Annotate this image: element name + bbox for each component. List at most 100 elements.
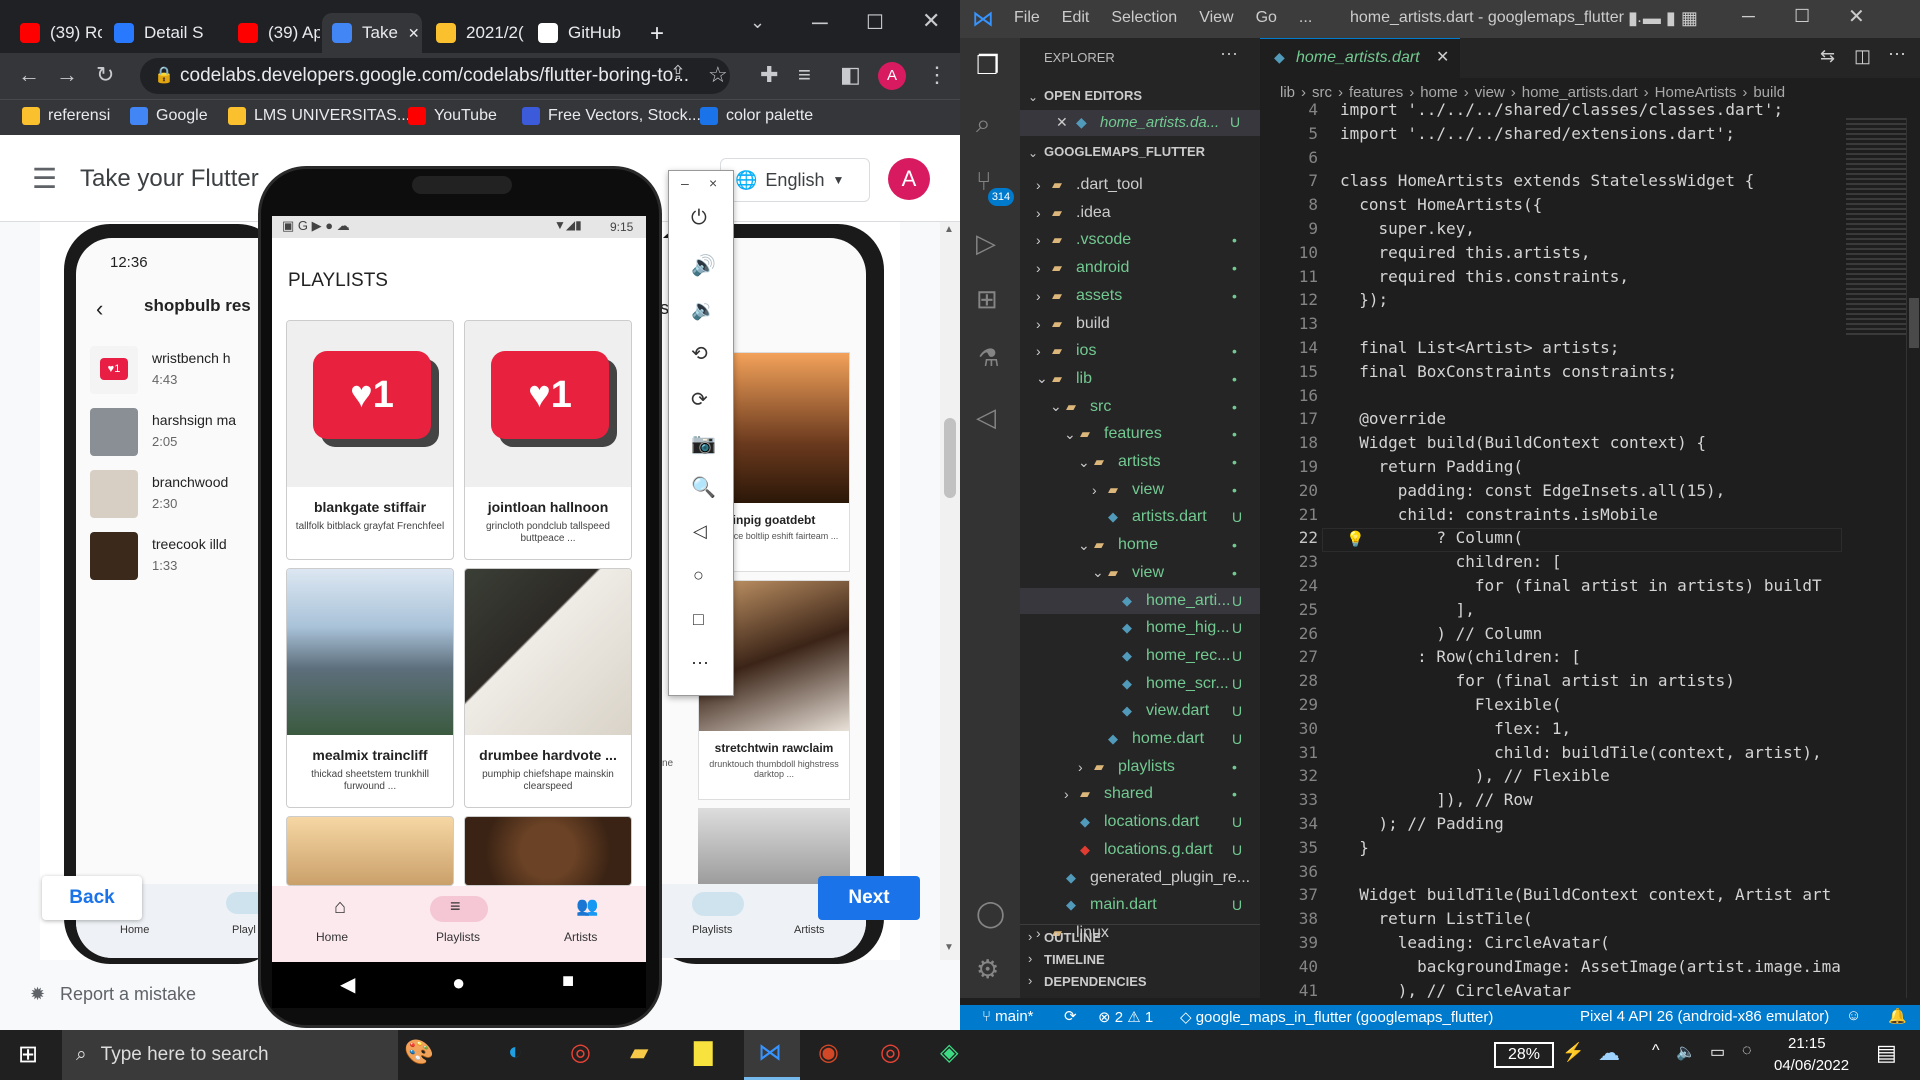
accounts-icon[interactable]: ◯: [976, 898, 1005, 929]
chevron-down-icon[interactable]: ⌄: [1028, 146, 1038, 160]
account-avatar[interactable]: A: [888, 158, 930, 200]
tree-item[interactable]: ◆ home_rec... U: [1020, 643, 1260, 669]
android-recents-icon[interactable]: ■: [562, 970, 574, 993]
tree-item[interactable]: ◆ home_hig... U: [1020, 615, 1260, 641]
close-icon[interactable]: ✕: [1056, 114, 1068, 131]
powerpoint-icon[interactable]: ◉: [818, 1038, 839, 1067]
notifications-icon[interactable]: 🔔: [1888, 1007, 1907, 1025]
playlist-tile[interactable]: ♥1 jointloan hallnoon grincloth pondclub t…: [464, 320, 632, 560]
sticky-notes-icon[interactable]: ▇: [694, 1038, 712, 1067]
tree-item[interactable]: ◆ main.dart U: [1020, 892, 1260, 918]
maximize-icon[interactable]: ☐: [866, 10, 884, 35]
tree-item[interactable]: › ▰ .dart_tool: [1020, 172, 1260, 198]
song-row[interactable]: treecook illd 1:33: [76, 532, 276, 588]
playlist-tile[interactable]: [464, 816, 632, 886]
wifi-icon[interactable]: ◌: [1742, 1042, 1752, 1060]
emu-close-icon[interactable]: ×: [709, 175, 717, 191]
playlist-tile[interactable]: ♥1 blankgate stiffair tallfolk bitblack gr…: [286, 320, 454, 560]
chrome-icon[interactable]: ◎: [570, 1038, 591, 1067]
tree-item[interactable]: ⌄ ▰ home •: [1020, 532, 1260, 558]
rotate-left-icon[interactable]: ⟲: [691, 341, 708, 366]
tree-item[interactable]: ⌄ ▰ view •: [1020, 560, 1260, 586]
extensions-icon[interactable]: ✚: [760, 62, 778, 88]
tree-item[interactable]: ◆ home_arti... U: [1020, 587, 1260, 614]
tree-item[interactable]: › ▰ build: [1020, 311, 1260, 337]
bookmark-item[interactable]: LMS UNIVERSITAS...: [228, 107, 410, 125]
menu-item[interactable]: ...: [1299, 9, 1312, 27]
maximize-icon[interactable]: ☐: [1794, 6, 1810, 27]
tree-item[interactable]: › ▰ ios •: [1020, 338, 1260, 364]
artists-icon[interactable]: 👥: [576, 896, 598, 917]
bookmark-item[interactable]: Free Vectors, Stock...: [522, 107, 701, 125]
language-select[interactable]: 🌐 English ▼: [720, 158, 870, 202]
settings-gear-icon[interactable]: ⚙: [976, 954, 999, 985]
playlist-icon[interactable]: ≡: [450, 896, 461, 917]
nav-playlists-label[interactable]: Playlists: [436, 930, 480, 944]
android-studio-icon[interactable]: ◈: [940, 1038, 958, 1067]
tree-item[interactable]: ◆ artists.dart U: [1020, 504, 1260, 530]
widget-icon[interactable]: 🎨: [404, 1038, 434, 1067]
explorer-icon[interactable]: ❐: [976, 50, 999, 81]
playlist-tile[interactable]: drumbee hardvote ... pumphip chiefshape m…: [464, 568, 632, 808]
clock-date[interactable]: 04/06/2022: [1774, 1057, 1849, 1074]
emu-back-icon[interactable]: ◁: [693, 521, 707, 542]
rotate-right-icon[interactable]: ⟳: [691, 387, 708, 412]
search-icon[interactable]: ⌕: [976, 108, 991, 140]
run-debug-icon[interactable]: ▷: [976, 228, 996, 259]
menu-item[interactable]: View: [1199, 9, 1233, 27]
tree-item[interactable]: ⌄ ▰ src •: [1020, 394, 1260, 420]
close-icon[interactable]: ✕: [1848, 4, 1865, 29]
tree-item[interactable]: ⌄ ▰ features •: [1020, 421, 1260, 447]
tree-item[interactable]: › ▰ playlists •: [1020, 754, 1260, 780]
back-button[interactable]: Back: [42, 876, 142, 920]
split-editor-icon[interactable]: ◫: [1854, 46, 1871, 67]
network-icon[interactable]: ▭: [1710, 1042, 1725, 1062]
tree-item[interactable]: ⌄ ▰ lib •: [1020, 366, 1260, 392]
minimap[interactable]: [1846, 118, 1906, 338]
zoom-icon[interactable]: 🔍: [691, 475, 716, 500]
close-tab-icon[interactable]: ✕: [1436, 47, 1449, 67]
menu-item[interactable]: Selection: [1111, 9, 1177, 27]
extensions-icon[interactable]: ⊞: [976, 284, 998, 315]
nav-artists-label[interactable]: Artists: [564, 930, 597, 944]
panel-header[interactable]: › TIMELINE: [1020, 949, 1260, 971]
panel-header[interactable]: › DEPENDENCIES: [1020, 971, 1260, 993]
branch-status[interactable]: ⑂ main*: [982, 1008, 1034, 1025]
tree-item[interactable]: ◆ view.dart U: [1020, 698, 1260, 724]
scroll-up-icon[interactable]: ▲: [944, 224, 954, 235]
page-scrollbar[interactable]: ▲ ▼: [940, 222, 960, 960]
taskbar-search[interactable]: ⌕ Type here to search: [62, 1030, 398, 1080]
song-row[interactable]: branchwood 2:30: [76, 470, 276, 526]
emu-home-icon[interactable]: ○: [693, 565, 704, 586]
edge-icon[interactable]: ◐: [508, 1038, 523, 1066]
editor-tab[interactable]: ◆ home_artists.dart ✕: [1260, 38, 1460, 78]
sync-icon[interactable]: ⟳: [1064, 1007, 1077, 1025]
playlist-tile[interactable]: [286, 816, 454, 886]
tree-item[interactable]: › ▰ view •: [1020, 477, 1260, 503]
panel-header[interactable]: › OUTLINE: [1020, 927, 1260, 949]
volume-icon[interactable]: 🔈: [1676, 1042, 1696, 1062]
editor-scrollbar[interactable]: [1906, 118, 1920, 998]
reload-icon[interactable]: ↻: [96, 62, 114, 88]
clock-time[interactable]: 21:15: [1788, 1035, 1826, 1052]
back-arrow-icon[interactable]: ←: [18, 62, 40, 88]
forward-arrow-icon[interactable]: →: [56, 62, 78, 88]
menu-item[interactable]: Edit: [1062, 9, 1090, 27]
tree-item[interactable]: ◆ home.dart U: [1020, 726, 1260, 752]
more-icon[interactable]: ⋯: [691, 653, 709, 674]
project-status[interactable]: ◇ google_maps_in_flutter (googlemaps_flu…: [1180, 1008, 1493, 1026]
home-icon[interactable]: ⌂: [334, 896, 346, 919]
open-editor-item[interactable]: ✕ ◆ home_artists.da... U: [1020, 110, 1260, 136]
tree-item[interactable]: › ▰ android •: [1020, 255, 1260, 281]
scrollbar-thumb[interactable]: [944, 418, 956, 498]
tree-item[interactable]: › ▰ .vscode •: [1020, 227, 1260, 253]
flutter-icon[interactable]: ◁: [976, 402, 996, 433]
browser-tab[interactable]: GitHub: [528, 13, 638, 53]
profile-avatar[interactable]: A: [878, 62, 906, 90]
browser-tab[interactable]: Detail S: [104, 13, 214, 53]
bookmark-item[interactable]: referensi: [22, 107, 110, 125]
tree-item[interactable]: ⌄ ▰ artists •: [1020, 449, 1260, 475]
nav-home-label[interactable]: Home: [316, 930, 348, 944]
open-editors-header[interactable]: OPEN EDITORS: [1044, 88, 1142, 103]
star-icon[interactable]: ☆: [708, 62, 728, 88]
